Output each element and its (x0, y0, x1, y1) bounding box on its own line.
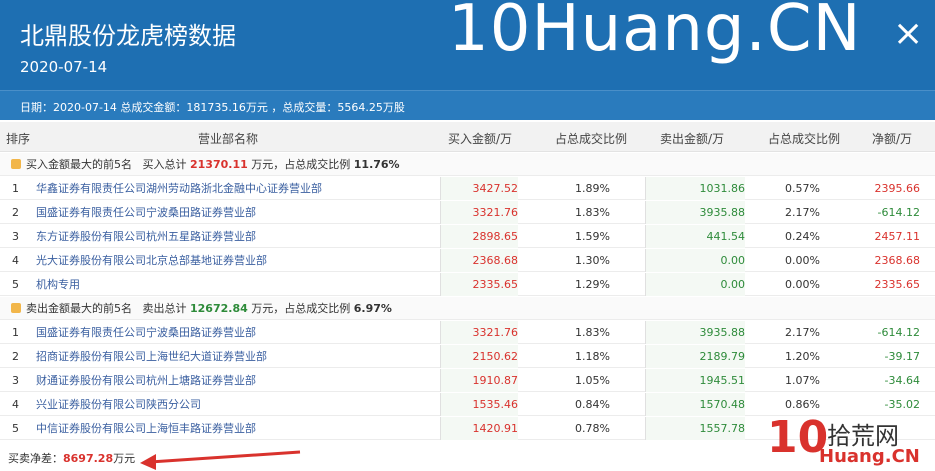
logo-domain: Huang.CN (819, 446, 920, 467)
logo-watermark: 10 拾荒网 Huang.CN (755, 410, 935, 470)
arrow-icon (140, 450, 301, 470)
